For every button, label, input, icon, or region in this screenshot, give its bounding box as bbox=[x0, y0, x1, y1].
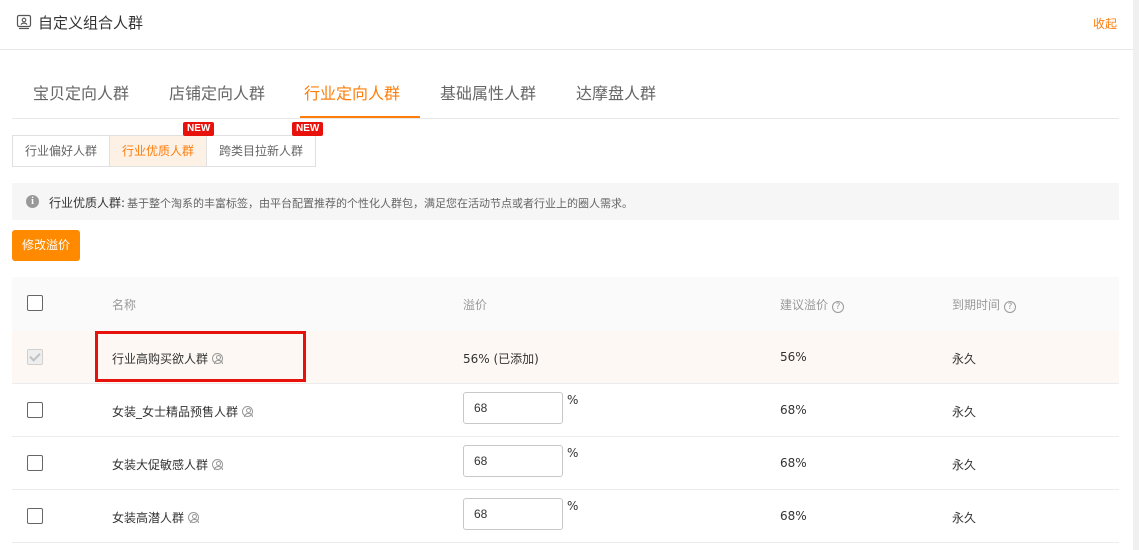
row-checkbox[interactable] bbox=[27, 508, 43, 524]
suggested-premium: 68% bbox=[780, 509, 807, 523]
panel-header: 自定义组合人群 收起 bbox=[0, 0, 1133, 50]
tab-basic-attribute-crowd[interactable]: 基础属性人群 bbox=[440, 80, 536, 104]
table-row: 女装大促敏感人群 % 68% 永久 bbox=[12, 437, 1119, 490]
premium-added-text: 56% (已添加) bbox=[463, 352, 539, 366]
tab-damopan-crowd[interactable]: 达摩盘人群 bbox=[576, 80, 656, 104]
modify-premium-button[interactable]: 修改溢价 bbox=[12, 230, 80, 261]
highlight-annotation-box bbox=[95, 331, 306, 382]
expire-time: 永久 bbox=[952, 405, 977, 419]
panel-title: 自定义组合人群 bbox=[38, 14, 144, 32]
percent-sign: % bbox=[567, 393, 579, 407]
subtab-label: 行业偏好人群 bbox=[25, 144, 98, 158]
subtab-industry-quality[interactable]: 行业优质人群 NEW bbox=[110, 122, 215, 166]
column-label: 建议溢价 bbox=[780, 298, 829, 312]
premium-input[interactable] bbox=[463, 445, 563, 477]
info-label: 行业优质人群: bbox=[49, 196, 126, 210]
expire-time: 永久 bbox=[952, 511, 977, 525]
info-notice: i 行业优质人群: 基于整个淘系的丰富标签，由平台配置推荐的个性化人群包，满足您… bbox=[12, 183, 1119, 220]
expire-time: 永久 bbox=[952, 352, 977, 366]
scrollbar[interactable] bbox=[1133, 0, 1139, 550]
column-header-expire-time: 到期时间? bbox=[952, 296, 1017, 313]
info-text: 基于整个淘系的丰富标签，由平台配置推荐的个性化人群包，满足您在活动节点或者行业上… bbox=[127, 197, 633, 210]
row-checkbox-disabled bbox=[27, 349, 43, 365]
column-header-name: 名称 bbox=[112, 298, 137, 312]
crowd-name: 女装大促敏感人群 bbox=[112, 456, 224, 473]
new-badge: NEW bbox=[292, 122, 324, 136]
industry-subtabs: 行业偏好人群 行业优质人群 NEW 跨类目拉新人群 NEW bbox=[12, 122, 324, 167]
crowd-icon[interactable] bbox=[212, 459, 224, 470]
subtab-cross-category-acquisition[interactable]: 跨类目拉新人群 NEW bbox=[207, 122, 324, 166]
crowd-name-text: 女装高潜人群 bbox=[112, 511, 185, 525]
subtab-label: 跨类目拉新人群 bbox=[219, 144, 304, 158]
row-checkbox[interactable] bbox=[27, 455, 43, 471]
help-icon[interactable]: ? bbox=[1004, 301, 1017, 313]
suggested-premium: 68% bbox=[780, 403, 807, 417]
help-icon[interactable]: ? bbox=[832, 301, 845, 313]
crowd-name-text: 女装_女士精品预售人群 bbox=[112, 405, 239, 419]
row-checkbox[interactable] bbox=[27, 402, 43, 418]
crowd-type-tabs: 宝贝定向人群 店铺定向人群 行业定向人群 基础属性人群 达摩盘人群 bbox=[12, 70, 1119, 119]
crowd-name: 女装高潜人群 bbox=[112, 509, 200, 526]
subtab-label: 行业优质人群 bbox=[122, 144, 195, 158]
premium-input[interactable] bbox=[463, 498, 563, 530]
crowd-icon bbox=[16, 14, 32, 30]
column-header-suggested-premium: 建议溢价? bbox=[780, 296, 845, 313]
info-icon: i bbox=[26, 195, 39, 208]
tab-shop-crowd[interactable]: 店铺定向人群 bbox=[169, 80, 265, 104]
premium-input[interactable] bbox=[463, 392, 563, 424]
table-header: 名称 溢价 建议溢价? 到期时间? bbox=[12, 277, 1119, 331]
subtab-industry-preference[interactable]: 行业偏好人群 bbox=[13, 136, 111, 166]
suggested-premium: 68% bbox=[780, 456, 807, 470]
column-header-premium: 溢价 bbox=[463, 298, 488, 312]
table-row: 女装高潜人群 % 68% 永久 bbox=[12, 490, 1119, 543]
tab-item-crowd[interactable]: 宝贝定向人群 bbox=[33, 80, 129, 104]
crowd-icon[interactable] bbox=[242, 406, 254, 417]
percent-sign: % bbox=[567, 446, 579, 460]
new-badge: NEW bbox=[183, 122, 215, 136]
table-row: 女装_女士精品预售人群 % 68% 永久 bbox=[12, 384, 1119, 437]
column-label: 到期时间 bbox=[952, 298, 1001, 312]
active-tab-indicator bbox=[300, 116, 420, 118]
crowd-name: 女装_女士精品预售人群 bbox=[112, 403, 254, 420]
expire-time: 永久 bbox=[952, 458, 977, 472]
crowd-table: 名称 溢价 建议溢价? 到期时间? 行业高购买欲人群 56% (已添加) 56%… bbox=[12, 277, 1119, 543]
collapse-link[interactable]: 收起 bbox=[1093, 15, 1117, 32]
crowd-icon[interactable] bbox=[188, 512, 200, 523]
percent-sign: % bbox=[567, 499, 579, 513]
crowd-name-text: 女装大促敏感人群 bbox=[112, 458, 209, 472]
select-all-checkbox[interactable] bbox=[27, 295, 43, 311]
tab-industry-crowd[interactable]: 行业定向人群 bbox=[304, 80, 400, 104]
suggested-premium: 56% bbox=[780, 350, 807, 364]
